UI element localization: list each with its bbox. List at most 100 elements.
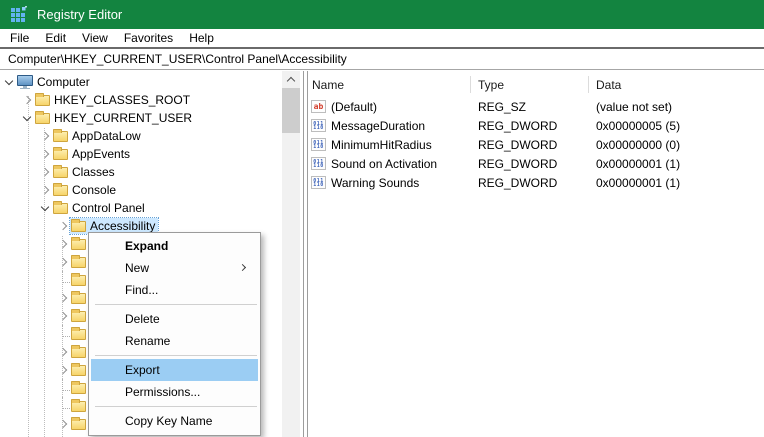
value-type: REG_DWORD — [470, 119, 588, 133]
tree-item-hkey-current-user[interactable]: HKEY_CURRENT_USER — [0, 109, 303, 127]
string-value-icon — [311, 100, 326, 113]
chevron-collapsed-icon[interactable] — [56, 309, 70, 323]
context-menu-item-new[interactable]: New — [91, 257, 258, 279]
context-menu-item-copy-key-name[interactable]: Copy Key Name — [91, 410, 258, 432]
value-row-default[interactable]: (Default) REG_SZ (value not set) — [308, 97, 764, 116]
folder-icon — [71, 419, 86, 430]
menu-view[interactable]: View — [74, 29, 116, 47]
tree-item-appdatalow[interactable]: AppDataLow — [0, 127, 303, 145]
value-type: REG_DWORD — [470, 157, 588, 171]
value-row-warning-sounds[interactable]: Warning Sounds REG_DWORD 0x00000001 (1) — [308, 173, 764, 192]
menu-file[interactable]: File — [2, 29, 37, 47]
tree-elbow-line — [56, 399, 70, 413]
chevron-collapsed-icon[interactable] — [20, 93, 34, 107]
column-header-name[interactable]: Name — [308, 78, 470, 92]
value-row-sound-on-activation[interactable]: Sound on Activation REG_DWORD 0x00000001… — [308, 154, 764, 173]
address-bar[interactable]: Computer\HKEY_CURRENT_USER\Control Panel… — [0, 49, 764, 70]
context-menu-item-permissions[interactable]: Permissions... — [91, 381, 258, 403]
context-menu-separator — [95, 406, 257, 407]
column-divider[interactable] — [588, 76, 589, 93]
value-data: (value not set) — [588, 100, 764, 114]
value-type: REG_DWORD — [470, 138, 588, 152]
chevron-expanded-icon[interactable] — [2, 75, 16, 89]
folder-icon — [71, 383, 86, 394]
context-menu-item-expand[interactable]: Expand — [91, 235, 258, 257]
folder-icon — [53, 131, 68, 142]
folder-icon — [71, 221, 86, 232]
value-row-messageduration[interactable]: MessageDuration REG_DWORD 0x00000005 (5) — [308, 116, 764, 135]
value-row-minimumhitradius[interactable]: MinimumHitRadius REG_DWORD 0x00000000 (0… — [308, 135, 764, 154]
folder-icon — [53, 149, 68, 160]
context-menu-item-find[interactable]: Find... — [91, 279, 258, 301]
chevron-expanded-icon[interactable] — [38, 201, 52, 215]
chevron-collapsed-icon[interactable] — [38, 183, 52, 197]
folder-icon — [71, 275, 86, 286]
folder-icon — [71, 401, 86, 412]
menu-help[interactable]: Help — [181, 29, 222, 47]
context-menu-separator — [95, 355, 257, 356]
list-header: Name Type Data — [308, 71, 764, 97]
menu-edit[interactable]: Edit — [37, 29, 74, 47]
folder-icon — [35, 113, 50, 124]
computer-icon — [17, 75, 33, 90]
dword-value-icon — [311, 157, 326, 170]
column-divider[interactable] — [470, 76, 471, 93]
tree-elbow-line — [56, 273, 70, 287]
scrollbar-thumb[interactable] — [282, 88, 300, 133]
tree-scrollbar[interactable] — [282, 71, 300, 437]
tree-item-hkey-classes-root[interactable]: HKEY_CLASSES_ROOT — [0, 91, 303, 109]
chevron-collapsed-icon[interactable] — [38, 147, 52, 161]
tree-item-computer[interactable]: Computer — [0, 73, 303, 91]
value-type: REG_SZ — [470, 100, 588, 114]
chevron-collapsed-icon[interactable] — [56, 219, 70, 233]
chevron-collapsed-icon[interactable] — [56, 255, 70, 269]
folder-icon — [71, 257, 86, 268]
folder-icon — [71, 365, 86, 376]
chevron-collapsed-icon[interactable] — [56, 345, 70, 359]
chevron-collapsed-icon[interactable] — [56, 363, 70, 377]
folder-icon — [71, 347, 86, 358]
folder-icon — [71, 239, 86, 250]
chevron-collapsed-icon[interactable] — [38, 165, 52, 179]
folder-icon — [71, 329, 86, 340]
context-menu-separator — [95, 304, 257, 305]
chevron-collapsed-icon[interactable] — [56, 291, 70, 305]
registry-editor-icon — [10, 6, 27, 23]
folder-icon — [53, 203, 68, 214]
values-panel: Name Type Data (Default) REG_SZ (value n… — [307, 71, 764, 437]
column-header-type[interactable]: Type — [470, 78, 588, 92]
value-data: 0x00000001 (1) — [588, 176, 764, 190]
context-menu-item-delete[interactable]: Delete — [91, 308, 258, 330]
tree-item-appevents[interactable]: AppEvents — [0, 145, 303, 163]
menu-favorites[interactable]: Favorites — [116, 29, 181, 47]
title-bar: Registry Editor — [0, 0, 764, 29]
chevron-collapsed-icon[interactable] — [56, 237, 70, 251]
context-menu: Expand New Find... Delete Rename Export … — [88, 232, 261, 436]
chevron-collapsed-icon[interactable] — [38, 129, 52, 143]
menu-bar: File Edit View Favorites Help — [0, 29, 764, 47]
value-data: 0x00000005 (5) — [588, 119, 764, 133]
scrollbar-up-icon[interactable] — [282, 71, 300, 88]
context-menu-item-rename[interactable]: Rename — [91, 330, 258, 352]
tree-elbow-line — [56, 381, 70, 395]
value-type: REG_DWORD — [470, 176, 588, 190]
registry-editor-window: Registry Editor File Edit View Favorites… — [0, 0, 764, 437]
address-bar-path: Computer\HKEY_CURRENT_USER\Control Panel… — [8, 52, 347, 66]
column-header-data[interactable]: Data — [588, 78, 764, 92]
context-menu-item-export[interactable]: Export — [91, 359, 258, 381]
dword-value-icon — [311, 138, 326, 151]
tree-item-console[interactable]: Console — [0, 181, 303, 199]
folder-icon — [71, 293, 86, 304]
dword-value-icon — [311, 176, 326, 189]
tree-elbow-line — [56, 327, 70, 341]
folder-icon — [71, 311, 86, 322]
folder-icon — [53, 185, 68, 196]
folder-icon — [53, 167, 68, 178]
chevron-expanded-icon[interactable] — [20, 111, 34, 125]
tree-item-classes[interactable]: Classes — [0, 163, 303, 181]
submenu-arrow-icon — [239, 264, 246, 271]
window-title: Registry Editor — [37, 7, 122, 22]
chevron-collapsed-icon[interactable] — [56, 417, 70, 431]
tree-item-control-panel[interactable]: Control Panel — [0, 199, 303, 217]
folder-icon — [35, 95, 50, 106]
